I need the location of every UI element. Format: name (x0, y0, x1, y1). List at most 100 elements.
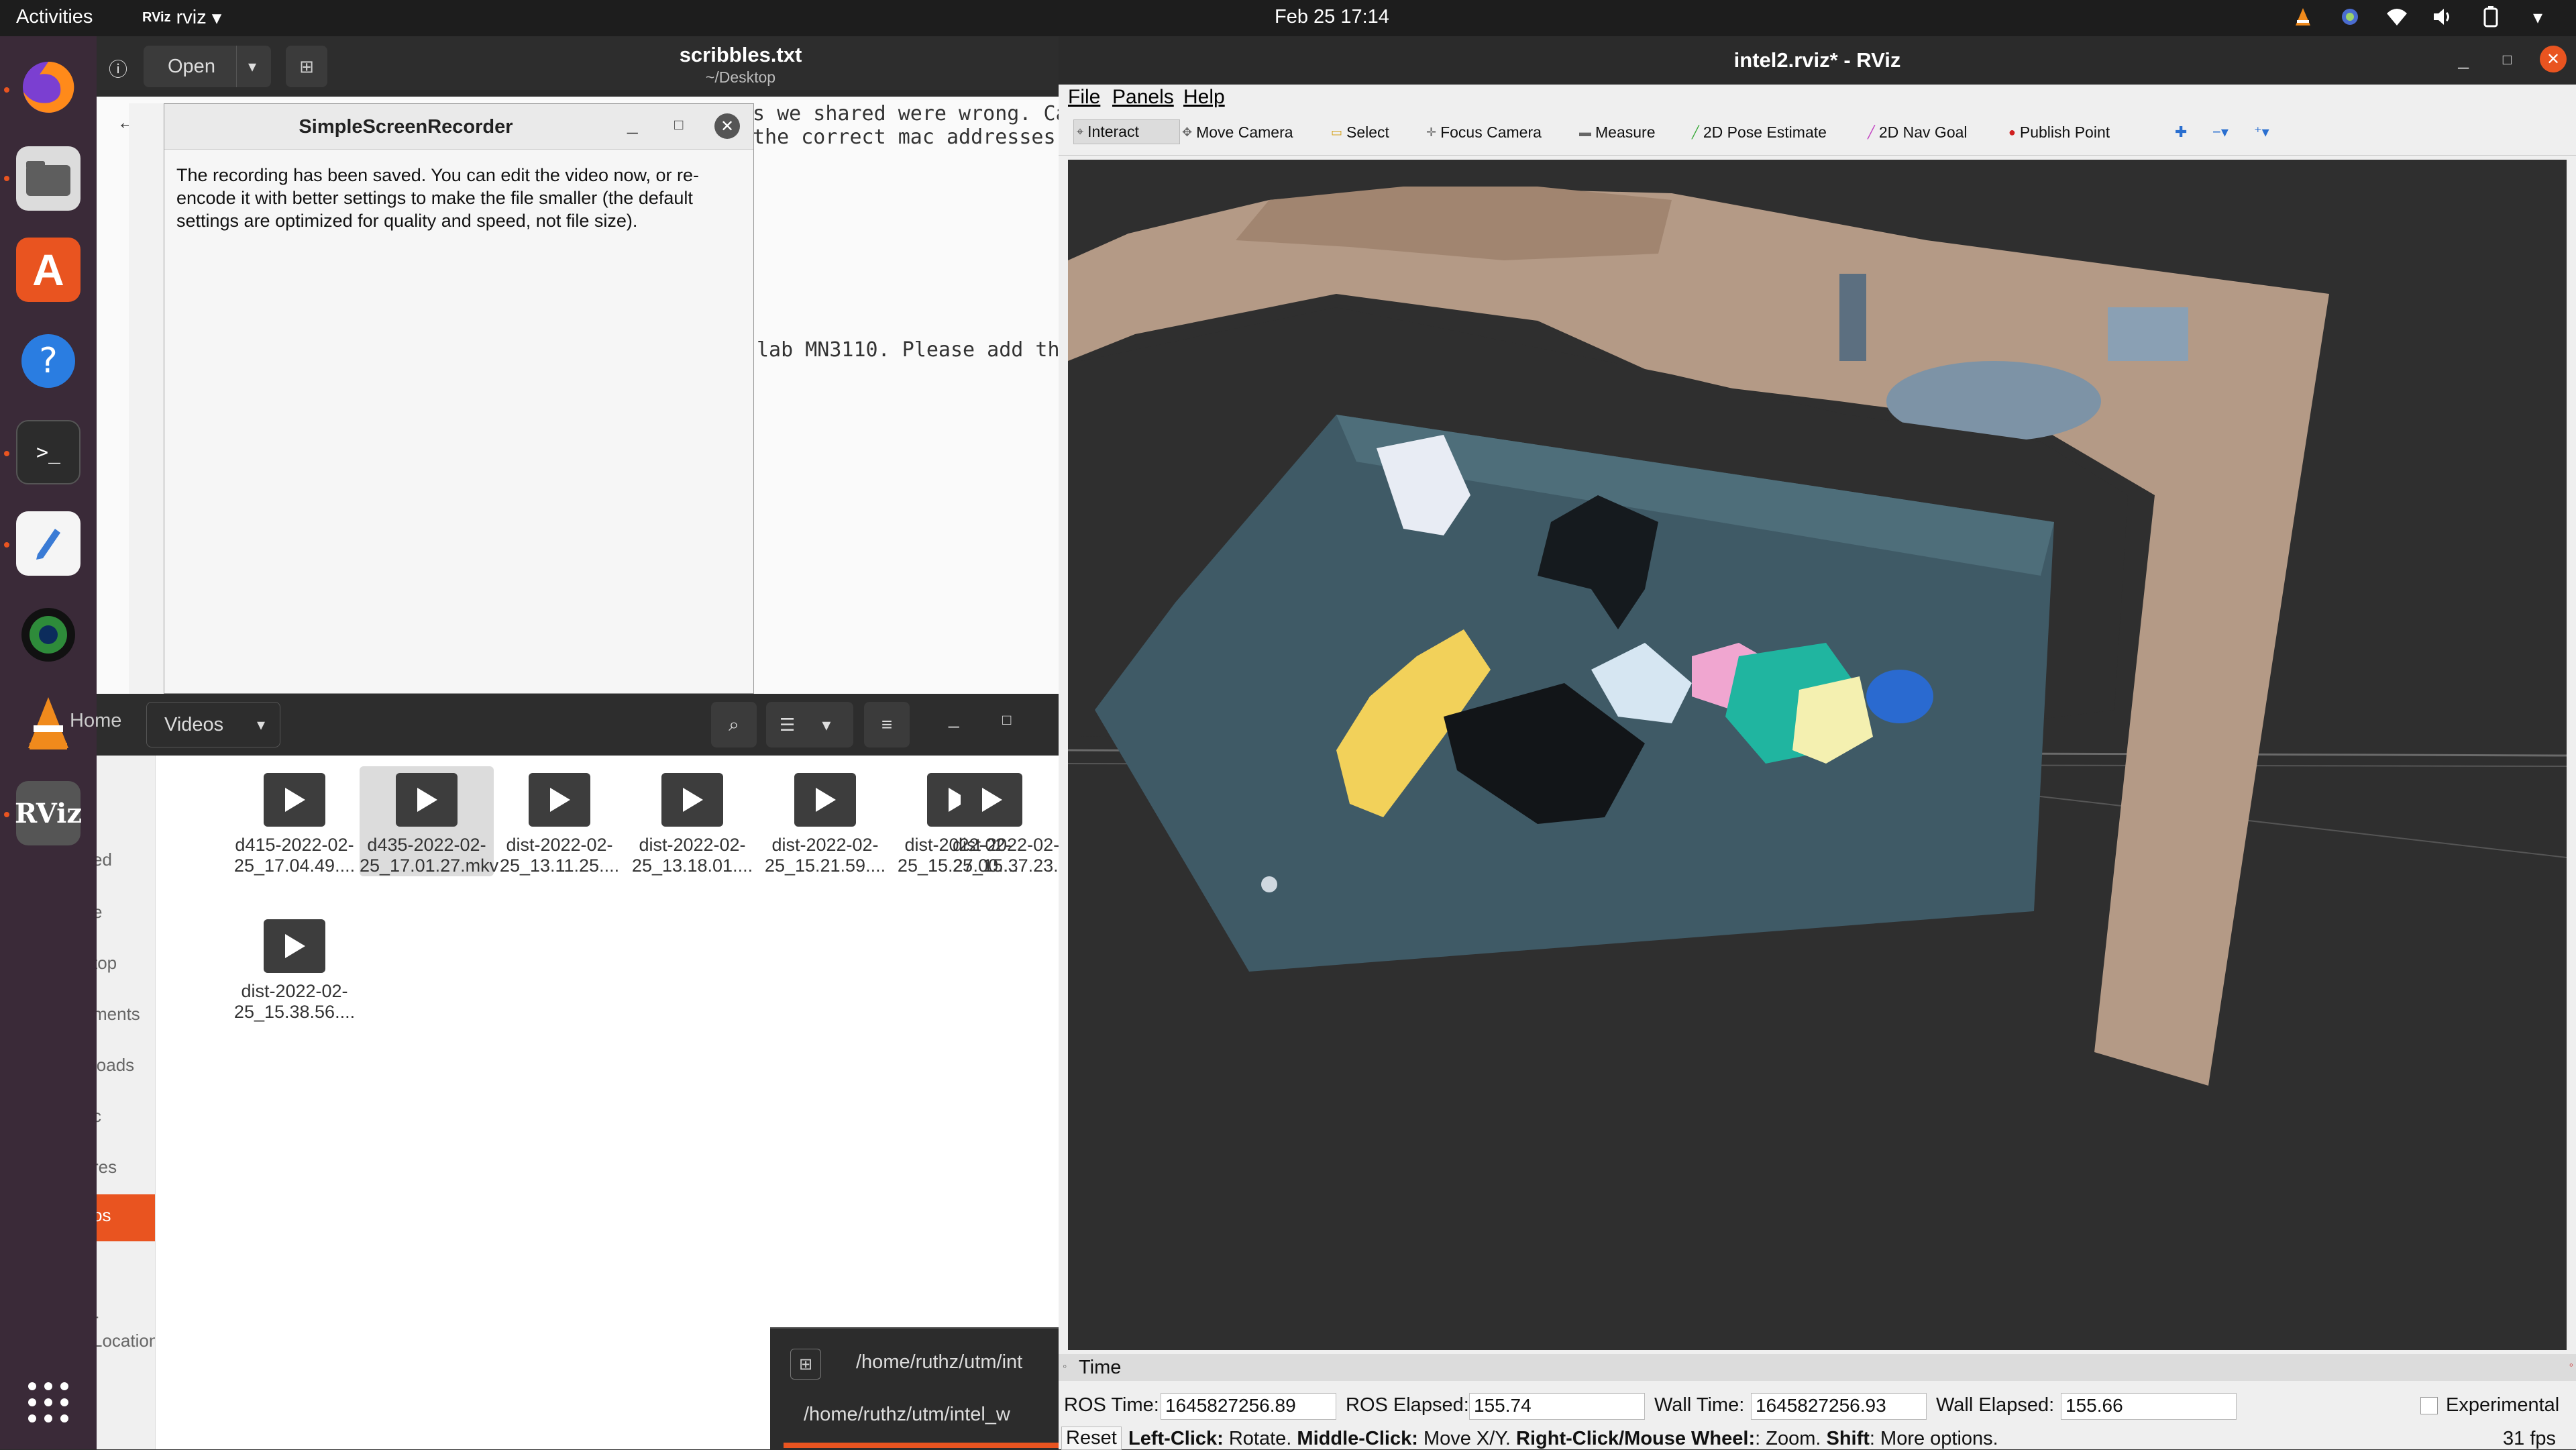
info-icon[interactable]: ⓘ (109, 55, 127, 82)
wall-elapsed-field[interactable]: 155.66 (2061, 1393, 2237, 1420)
sidebar-item[interactable]: ed (97, 849, 112, 870)
volume-icon[interactable] (2432, 5, 2455, 28)
minimize-icon[interactable]: _ (627, 113, 638, 135)
tool-2d-nav-goal[interactable]: ╱ 2D Nav Goal (1868, 123, 1968, 142)
file-name: d435-2022-02-25_17.01.27.mkv (360, 835, 499, 876)
running-indicator (4, 176, 9, 181)
sidebar-item-other-locations[interactable]: r Locations (97, 1310, 155, 1351)
menu-file[interactable]: File (1068, 86, 1100, 109)
search-button[interactable]: ⌕ (711, 702, 757, 747)
chevron-down-icon[interactable]: ▾ (2526, 5, 2549, 28)
terminal-tab-active[interactable]: /home/ruthz/utm/intel_w (804, 1404, 1010, 1426)
maximize-icon[interactable]: □ (674, 116, 683, 134)
battery-icon[interactable] (2479, 5, 2502, 28)
open-button[interactable]: Open ▾ (144, 46, 271, 87)
help-icon[interactable]: ? (16, 329, 80, 393)
3d-viewport[interactable] (1068, 160, 2567, 1350)
sidebar-item[interactable]: top (97, 953, 117, 974)
nav-goal-icon: ╱ (1868, 125, 1875, 139)
experimental-checkbox[interactable] (2420, 1397, 2438, 1414)
files-icon[interactable] (16, 146, 80, 211)
tool-move-camera[interactable]: ✥ Move Camera (1182, 123, 1293, 142)
file-name: dist-2022-02-25_13.18.01.... (631, 835, 753, 876)
video-file[interactable]: dist-2022-02-25_13.18.01.... (625, 773, 759, 876)
sidebar-item[interactable]: e (97, 902, 102, 923)
app-grid-icon[interactable] (25, 1380, 71, 1425)
panel-close-icon[interactable]: ◦ (2569, 1358, 2573, 1372)
software-center-icon[interactable]: A (16, 238, 80, 302)
text-editor-icon[interactable] (16, 511, 80, 576)
wifi-icon[interactable] (2385, 5, 2408, 28)
reset-button[interactable]: Reset (1061, 1427, 1122, 1450)
tool-focus-camera[interactable]: ✛ Focus Camera (1426, 123, 1542, 142)
activities-button[interactable]: Activities (16, 6, 93, 28)
menu-help[interactable]: Help (1183, 86, 1225, 109)
rviz-dock-icon[interactable]: RViz (15, 781, 82, 845)
webcam-icon[interactable] (16, 603, 80, 667)
running-indicator (4, 812, 9, 817)
ros-elapsed-field[interactable]: 155.74 (1469, 1393, 1645, 1420)
running-indicator (4, 451, 9, 456)
editor-title: scribbles.txt (679, 43, 802, 66)
file-name: dist-2022-02-25_13.11.25.... (499, 835, 620, 876)
add-tool-icon[interactable]: ✚ (2175, 123, 2187, 141)
firefox-icon[interactable] (16, 55, 80, 119)
maximize-icon[interactable]: □ (2503, 51, 2512, 68)
clock[interactable]: Feb 25 17:14 (1275, 6, 1389, 28)
minimize-icon[interactable]: _ (949, 707, 959, 729)
editor-text-line[interactable]: the correct mac addresses (753, 125, 1056, 149)
tool-measure[interactable]: ▬ Measure (1579, 123, 1655, 142)
remove-tool-icon[interactable]: −▾ (2212, 123, 2229, 141)
files-header: Home Videos ▾ ⌕ ☰ ▾ ≡ _ □ (70, 694, 1059, 756)
tool-publish-point[interactable]: ● Publish Point (2008, 123, 2110, 142)
tool-select[interactable]: ▭ Select (1331, 123, 1389, 142)
video-file[interactable]: dist-2022-02-25_15.37.23... (924, 773, 1059, 876)
tool-2d-pose-estimate[interactable]: ╱ 2D Pose Estimate (1692, 123, 1827, 142)
indicator-icon[interactable] (2339, 5, 2361, 28)
dock: A ? >_ RViz (0, 36, 97, 1449)
video-file-selected[interactable]: d435-2022-02-25_17.01.27.mkv (360, 766, 499, 876)
terminal-icon[interactable]: >_ (16, 420, 80, 484)
video-file[interactable]: d415-2022-02-25_17.04.49.... (227, 773, 362, 876)
chevron-down-icon: ▾ (822, 714, 831, 735)
video-thumbnail (961, 773, 1022, 827)
wall-time-field[interactable]: 1645827256.93 (1751, 1393, 1927, 1420)
editor-text-line[interactable]: s we shared were wrong. Ca (753, 102, 1068, 125)
app-menu[interactable]: RViz rviz ▾ (142, 6, 221, 30)
system-tray[interactable]: ▾ (2292, 5, 2549, 28)
video-thumbnail (264, 773, 325, 827)
interact-icon: ⌖ (1077, 125, 1084, 138)
chevron-down-icon[interactable]: ▾ (248, 57, 256, 76)
ros-time-field[interactable]: 1645827256.89 (1161, 1393, 1336, 1420)
panel-float-icon[interactable]: ◦ (1063, 1359, 1067, 1374)
sidebar-item-videos[interactable]: os (97, 1194, 155, 1241)
editor-text-line[interactable]: lab MN3110. Please add th (757, 338, 1060, 362)
new-document-button[interactable]: ⊞ (286, 46, 327, 87)
video-file[interactable]: dist-2022-02-25_15.38.56.... (227, 919, 362, 1023)
minimize-icon[interactable]: _ (2458, 48, 2469, 70)
sidebar-item-label: os (97, 1205, 111, 1225)
menu-panels[interactable]: Panels (1112, 86, 1174, 109)
rviz-titlebar: intel2.rviz* - RViz _ □ ✕ (1059, 36, 2576, 85)
video-file[interactable]: dist-2022-02-25_13.11.25.... (492, 773, 627, 876)
dialog-header: SimpleScreenRecorder _ □ ✕ (164, 104, 753, 150)
vlc-tray-icon[interactable] (2292, 5, 2314, 28)
maximize-icon[interactable]: □ (1002, 711, 1011, 729)
sidebar-item[interactable]: ments (97, 1004, 140, 1025)
breadcrumb-home[interactable]: Home (70, 710, 121, 732)
new-tab-icon[interactable]: ⊞ (790, 1349, 821, 1380)
terminal-tab[interactable]: /home/ruthz/utm/int (856, 1351, 1022, 1374)
breadcrumb-current[interactable]: Videos ▾ (146, 702, 280, 747)
sidebar-item[interactable]: c (97, 1106, 101, 1127)
menu-button[interactable]: ≡ (864, 702, 910, 747)
tool-properties-icon[interactable]: ⁺▾ (2254, 123, 2269, 141)
sidebar-item[interactable]: res (97, 1157, 117, 1178)
close-icon[interactable]: ✕ (2540, 46, 2567, 72)
sidebar-item[interactable]: loads (97, 1055, 134, 1076)
point-cloud-render (1068, 160, 2567, 1350)
view-toggle-button[interactable]: ☰ ▾ (766, 702, 853, 747)
tool-interact[interactable]: ⌖ Interact (1073, 119, 1180, 144)
status-hint: Left-Click: Rotate. Middle-Click: Move X… (1128, 1428, 1998, 1449)
close-icon[interactable]: ✕ (714, 113, 740, 139)
video-file[interactable]: dist-2022-02-25_15.21.59.... (758, 773, 892, 876)
